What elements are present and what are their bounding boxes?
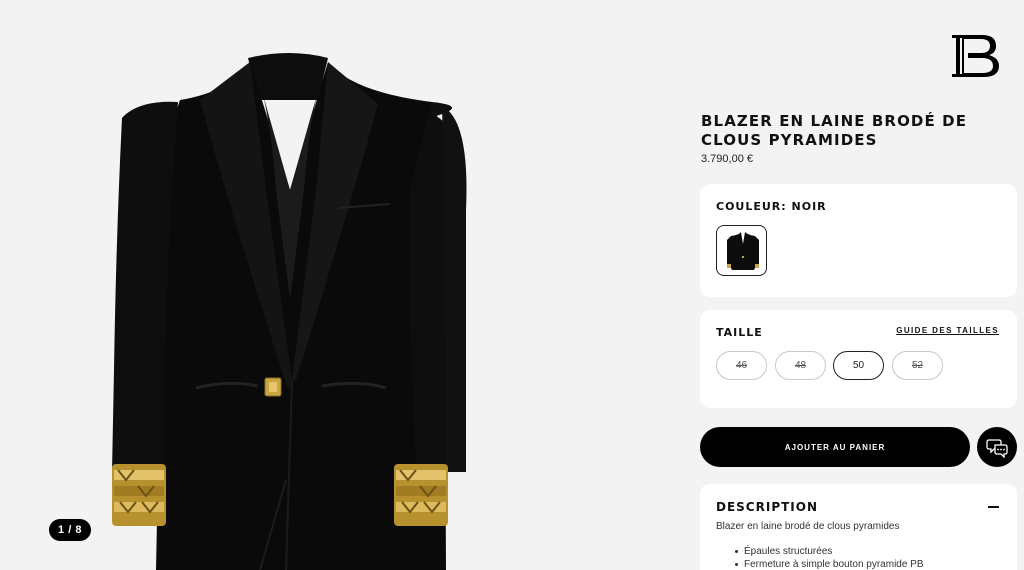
product-price: 3.790,00 €: [701, 153, 753, 165]
description-bullets: Épaules structurées Fermeture à simple b…: [735, 545, 924, 570]
product-gallery: 1 / 8: [0, 0, 690, 570]
size-guide-link[interactable]: GUIDE DES TAILLES: [896, 326, 999, 335]
black-blazer-thumbnail-icon: [727, 232, 759, 270]
size-option-52[interactable]: 52: [892, 351, 943, 380]
size-option-50[interactable]: 50: [833, 351, 884, 380]
size-label: TAILLE: [716, 326, 763, 339]
collapse-minus-icon[interactable]: [988, 506, 999, 508]
size-option-46[interactable]: 46: [716, 351, 767, 380]
chat-button[interactable]: [977, 427, 1017, 467]
size-option-48[interactable]: 48: [775, 351, 826, 380]
description-card: DESCRIPTION Blazer en laine brodé de clo…: [700, 484, 1017, 570]
size-selector-card: TAILLE GUIDE DES TAILLES 46 48 50 52: [700, 310, 1017, 408]
description-summary: Blazer en laine brodé de clous pyramides: [716, 521, 900, 532]
product-info-panel: BLAZER EN LAINE BRODÉ DE CLOUS PYRAMIDES…: [700, 0, 1018, 570]
list-item: Épaules structurées: [735, 545, 924, 558]
color-swatch-noir[interactable]: [716, 225, 767, 276]
color-selector-card: COULEUR: NOIR: [700, 184, 1017, 297]
product-image[interactable]: [60, 40, 520, 570]
image-pager[interactable]: 1 / 8: [49, 519, 91, 541]
color-label: COULEUR: NOIR: [716, 200, 827, 213]
add-to-cart-button[interactable]: AJOUTER AU PANIER: [700, 427, 970, 467]
list-item: Fermeture à simple bouton pyramide PB: [735, 559, 924, 570]
chat-bubbles-icon: [986, 439, 1008, 458]
description-label: DESCRIPTION: [716, 500, 819, 514]
product-title: BLAZER EN LAINE BRODÉ DE CLOUS PYRAMIDES: [701, 112, 968, 149]
